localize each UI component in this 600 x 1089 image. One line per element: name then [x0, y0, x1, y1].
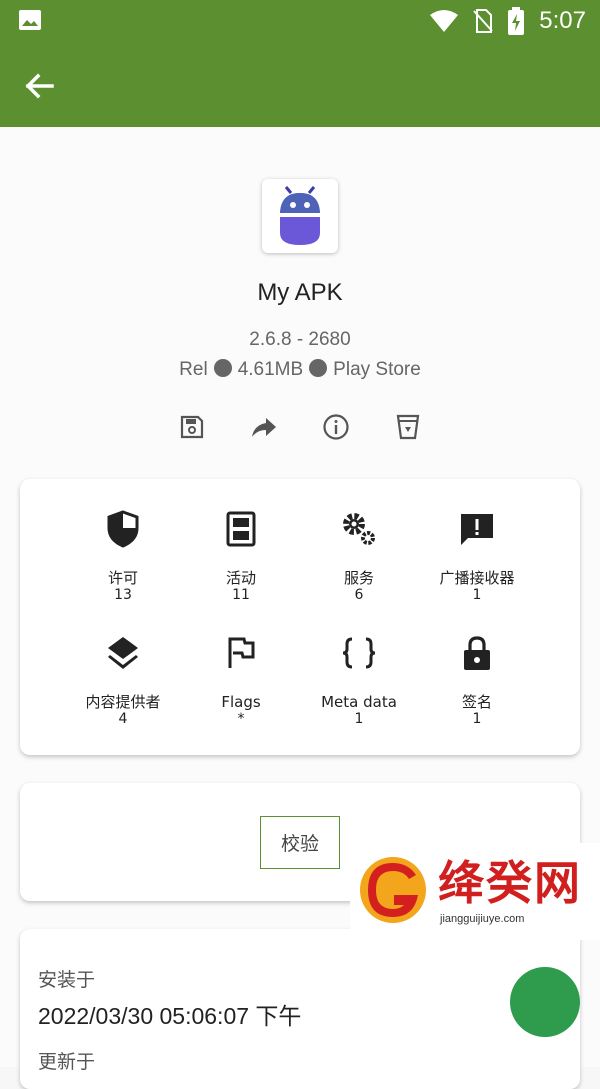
- launch-fab-button[interactable]: [510, 967, 580, 1037]
- wifi-icon: [430, 10, 459, 32]
- verify-button[interactable]: 校验: [260, 816, 340, 869]
- components-card: 许可 13 活动 11 服务 6 广播接收器 1 内容提供者 4 Flags *…: [20, 479, 580, 755]
- uninstall-icon: [396, 414, 420, 440]
- info-button[interactable]: [316, 409, 356, 445]
- battery-charging-icon: [508, 7, 525, 35]
- lock-icon: [464, 636, 490, 670]
- save-icon: [180, 415, 204, 439]
- components-grid: 许可 13 活动 11 服务 6 广播接收器 1 内容提供者 4 Flags *…: [64, 499, 536, 735]
- component-label: 许可: [107, 569, 138, 587]
- component-count: 11: [232, 587, 250, 603]
- component-count: 4: [118, 711, 128, 727]
- watermark-text: 绛癸网: [438, 856, 582, 910]
- app-version: 2.6.8 - 2680: [249, 329, 351, 350]
- action-bar: [172, 409, 428, 445]
- no-sim-icon: [473, 9, 494, 33]
- component-label: 活动: [225, 569, 256, 587]
- app-meta: Rel 4.61MB Play Store: [0, 359, 600, 381]
- app-size: 4.61MB: [237, 359, 304, 380]
- image-icon: [19, 10, 41, 30]
- uninstall-button[interactable]: [388, 409, 428, 445]
- separator-dot: [309, 359, 328, 377]
- braces-icon: [342, 637, 376, 669]
- watermark-logo-icon: [360, 857, 426, 923]
- app-icon: [262, 179, 338, 253]
- component-count: 1: [472, 587, 482, 603]
- metadata-item[interactable]: Meta data 1: [300, 623, 418, 735]
- component-label: 签名: [461, 693, 492, 711]
- component-label: 广播接收器: [439, 569, 515, 587]
- layers-icon: [108, 637, 138, 669]
- component-count: 13: [114, 587, 132, 603]
- component-label: Meta data: [321, 693, 397, 711]
- release-type: Rel: [179, 359, 208, 380]
- component-label: 内容提供者: [85, 693, 161, 711]
- receivers-item[interactable]: 广播接收器 1: [418, 499, 536, 623]
- share-button[interactable]: [244, 409, 284, 445]
- app-name: My APK: [257, 279, 343, 306]
- watermark-url: jiangguijiuye.com: [440, 913, 525, 925]
- activities-item[interactable]: 活动 11: [182, 499, 300, 623]
- separator-dot: [213, 359, 232, 377]
- watermark: 绛癸网 jiangguijiuye.com: [350, 843, 600, 940]
- component-count: 1: [354, 711, 364, 727]
- signatures-item[interactable]: 签名 1: [418, 623, 536, 735]
- shield-icon: [107, 510, 139, 548]
- status-time: 5:07: [539, 7, 586, 34]
- message-alert-icon: [461, 514, 493, 545]
- activity-icon: [226, 511, 256, 547]
- info-icon: [323, 414, 349, 440]
- updated-label: 更新于: [38, 1051, 96, 1073]
- flag-icon: [228, 637, 255, 668]
- save-button[interactable]: [172, 409, 212, 445]
- component-count: *: [237, 711, 245, 727]
- component-count: 6: [354, 587, 364, 603]
- back-button[interactable]: [18, 64, 62, 108]
- component-count: 1: [472, 711, 482, 727]
- component-label: 服务: [343, 569, 374, 587]
- toolbar: [0, 42, 600, 127]
- services-item[interactable]: 服务 6: [300, 499, 418, 623]
- component-label: Flags: [221, 693, 261, 711]
- installed-label: 安装于: [38, 969, 96, 991]
- gears-icon: [343, 513, 375, 545]
- status-bar: 5:07: [0, 0, 600, 42]
- installed-value: 2022/03/30 05:06:07 下午: [38, 1003, 302, 1029]
- install-card: 安装于 2022/03/30 05:06:07 下午 更新于: [20, 929, 580, 1089]
- back-arrow-icon: [25, 73, 54, 99]
- permissions-item[interactable]: 许可 13: [64, 499, 182, 623]
- providers-item[interactable]: 内容提供者 4: [64, 623, 182, 735]
- flags-item[interactable]: Flags *: [182, 623, 300, 735]
- app-source: Play Store: [333, 359, 421, 380]
- share-icon: [252, 418, 276, 437]
- android-robot-icon: [280, 186, 320, 245]
